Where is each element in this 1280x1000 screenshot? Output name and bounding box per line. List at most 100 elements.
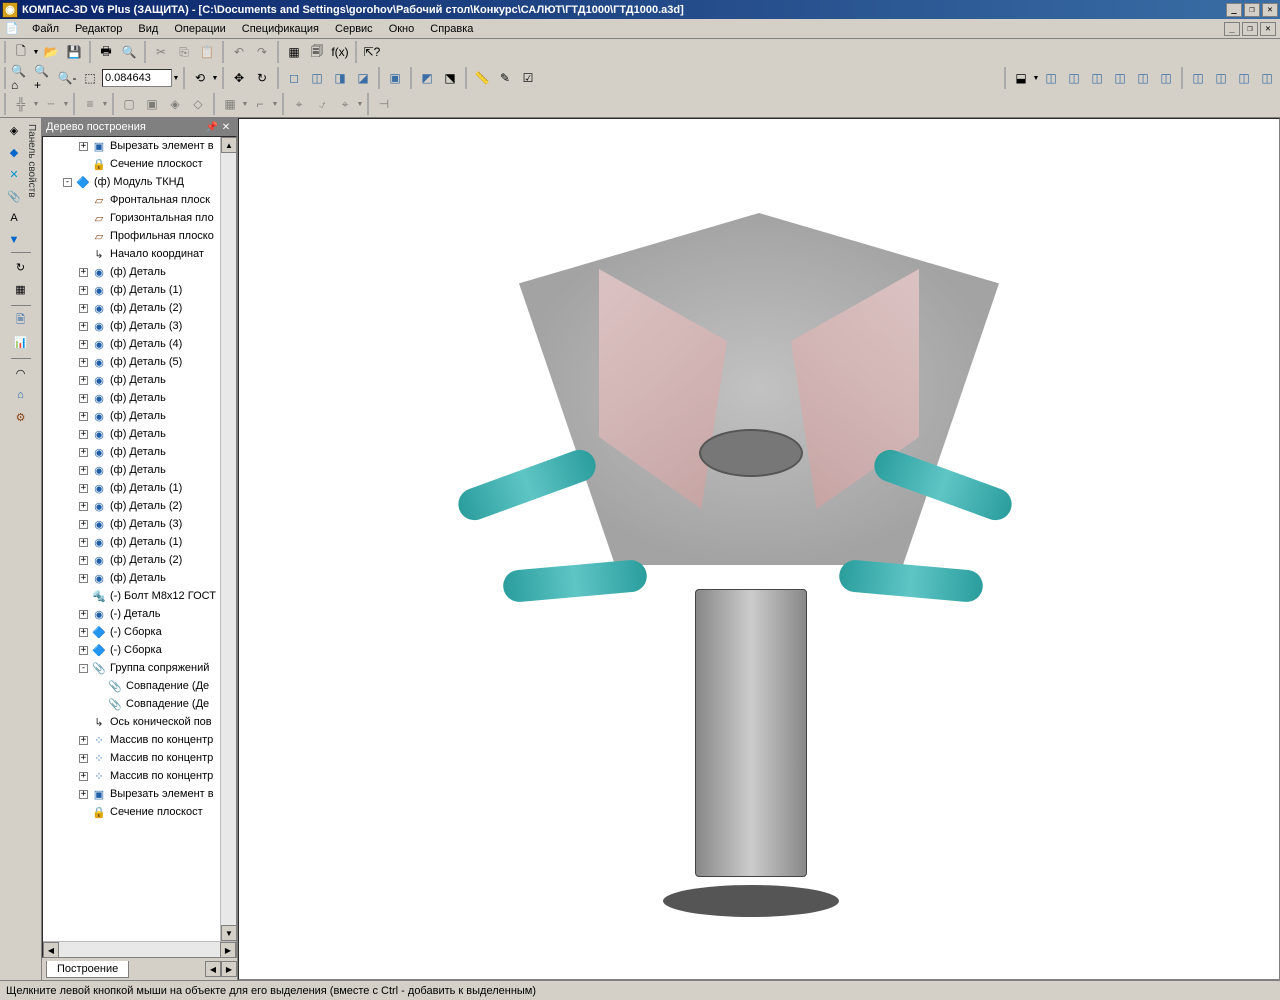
tree-expander-icon[interactable]: + xyxy=(79,520,88,529)
tree-expander-icon[interactable]: + xyxy=(79,322,88,331)
view-front-icon[interactable]: ◫ xyxy=(1040,67,1062,89)
tree-node[interactable]: +▣Вырезать элемент в xyxy=(43,137,220,155)
tab-next-icon[interactable]: ▶ xyxy=(221,961,237,977)
ortho-dropdown[interactable]: ▼ xyxy=(272,93,278,115)
tree-node[interactable]: +▣Вырезать элемент в xyxy=(43,785,220,803)
tree-node[interactable]: ▱Профильная плоско xyxy=(43,227,220,245)
tree-node[interactable]: +◉(-) Деталь xyxy=(43,605,220,623)
tool-select-icon[interactable]: ◈ xyxy=(4,120,24,140)
orientation-button[interactable]: ⬓ xyxy=(1010,67,1032,89)
measure-button[interactable]: 📏 xyxy=(471,67,493,89)
tree-expander-icon[interactable]: + xyxy=(79,412,88,421)
tree-node[interactable]: +🔷(-) Сборка xyxy=(43,623,220,641)
tree-node[interactable]: +◉(ф) Деталь xyxy=(43,461,220,479)
ortho-button[interactable]: ⌐ xyxy=(249,93,271,115)
tool-ellipse-icon[interactable]: ✕ xyxy=(4,164,24,184)
tree-expander-icon[interactable]: + xyxy=(79,142,88,151)
zoom-out-button[interactable]: 🔍- xyxy=(56,67,78,89)
print-button[interactable]: 🖶 xyxy=(95,41,117,63)
layers-button[interactable]: ≡ xyxy=(79,93,101,115)
tree-expander-icon[interactable]: + xyxy=(79,484,88,493)
tool-line-icon[interactable]: ◆ xyxy=(4,142,24,162)
simplified-button[interactable]: ◩ xyxy=(416,67,438,89)
menu-edit[interactable]: Редактор xyxy=(67,21,130,37)
tree-node[interactable]: +🔷(-) Сборка xyxy=(43,641,220,659)
system-menu-icon[interactable]: 📄 xyxy=(4,21,20,37)
tree-node[interactable]: +◉(ф) Деталь xyxy=(43,443,220,461)
wireframe-button[interactable]: ◻ xyxy=(283,67,305,89)
tree-scrollbar-vertical[interactable]: ▲ ▼ xyxy=(220,137,236,941)
layers-dropdown[interactable]: ▼ xyxy=(102,93,108,115)
view-left-icon[interactable]: ◫ xyxy=(1132,67,1154,89)
preview-button[interactable]: 🔍 xyxy=(118,41,140,63)
3d-viewport[interactable] xyxy=(238,118,1280,980)
tree-node[interactable]: +◉(ф) Деталь (5) xyxy=(43,353,220,371)
view-bottom-icon[interactable]: ◫ xyxy=(1109,67,1131,89)
menu-operations[interactable]: Операции xyxy=(166,21,233,37)
cut-button[interactable]: ✂ xyxy=(150,41,172,63)
tree-node[interactable]: +⁘Массив по концентр xyxy=(43,749,220,767)
tree-expander-icon[interactable]: + xyxy=(79,502,88,511)
rotate-button[interactable]: ⟲ xyxy=(189,67,211,89)
tree-node[interactable]: ↳Начало координат xyxy=(43,245,220,263)
end-button[interactable]: ⊣ xyxy=(373,93,395,115)
tree-node[interactable]: -📎Группа сопряжений xyxy=(43,659,220,677)
view-iso-3-icon[interactable]: ◫ xyxy=(1233,67,1255,89)
shaded-button[interactable]: ◪ xyxy=(352,67,374,89)
tree-node[interactable]: +◉(ф) Деталь xyxy=(43,371,220,389)
tree-node[interactable]: 📎Совпадение (Де xyxy=(43,677,220,695)
tree-close-icon[interactable]: ✕ xyxy=(219,120,233,134)
tool-grid-icon[interactable]: ▦ xyxy=(11,279,31,299)
tree-expander-icon[interactable]: + xyxy=(79,556,88,565)
menu-file[interactable]: Файл xyxy=(24,21,67,37)
tool-report-icon[interactable]: 📊 xyxy=(11,332,31,352)
scroll-left-icon[interactable]: ◀ xyxy=(43,942,59,958)
paste-button[interactable]: 📋 xyxy=(196,41,218,63)
redraw-button[interactable]: ↻ xyxy=(251,67,273,89)
section-view-button[interactable]: ⬔ xyxy=(439,67,461,89)
tree-node[interactable]: 🔒Сечение плоскост xyxy=(43,803,220,821)
tree-node[interactable]: +◉(ф) Деталь xyxy=(43,389,220,407)
highlight-button[interactable]: ✎ xyxy=(494,67,516,89)
tree-node[interactable]: -🔷(ф) Модуль ТКНД xyxy=(43,173,220,191)
tree-node[interactable]: +◉(ф) Деталь (4) xyxy=(43,335,220,353)
tool-clip-icon[interactable]: 📎 xyxy=(4,186,24,206)
tool-doc-icon[interactable]: 🗎 xyxy=(11,310,31,330)
tool-filter-icon[interactable]: ▼ xyxy=(4,230,24,250)
tree-button[interactable]: 🗐 xyxy=(306,41,328,63)
tree-pin-icon[interactable]: 📌 xyxy=(205,120,219,134)
tree-expander-icon[interactable]: + xyxy=(79,340,88,349)
tree-expander-icon[interactable]: + xyxy=(79,646,88,655)
tree-expander-icon[interactable]: + xyxy=(79,772,88,781)
help-context-button[interactable]: ⇱? xyxy=(361,41,383,63)
tree-node[interactable]: 🔒Сечение плоскост xyxy=(43,155,220,173)
tree-expander-icon[interactable]: + xyxy=(79,574,88,583)
redo-button[interactable]: ↷ xyxy=(251,41,273,63)
minimize-button[interactable]: _ xyxy=(1226,3,1242,17)
menu-window[interactable]: Окно xyxy=(381,21,423,37)
tree-node[interactable]: +◉(ф) Деталь (1) xyxy=(43,281,220,299)
tree-node[interactable]: +◉(ф) Деталь xyxy=(43,407,220,425)
tree-node[interactable]: +◉(ф) Деталь (2) xyxy=(43,299,220,317)
snap1-button[interactable]: ⌖ xyxy=(288,93,310,115)
snap3-button[interactable]: ⌖ xyxy=(334,93,356,115)
tree-node[interactable]: +◉(ф) Деталь xyxy=(43,263,220,281)
point-style-dropdown[interactable]: ▼ xyxy=(33,93,39,115)
tree-expander-icon[interactable]: + xyxy=(79,538,88,547)
tool-refresh-icon[interactable]: ↻ xyxy=(11,257,31,277)
tree-node[interactable]: +◉(ф) Деталь (1) xyxy=(43,479,220,497)
menu-service[interactable]: Сервис xyxy=(327,21,381,37)
tree-node[interactable]: +◉(ф) Деталь (3) xyxy=(43,515,220,533)
scroll-down-icon[interactable]: ▼ xyxy=(221,925,237,941)
new-dropdown[interactable]: ▼ xyxy=(33,41,39,63)
no-hidden-button[interactable]: ◨ xyxy=(329,67,351,89)
tree-node[interactable]: +⁘Массив по концентр xyxy=(43,767,220,785)
zoom-fit-button[interactable]: 🔍⌂ xyxy=(10,67,32,89)
orientation-dropdown[interactable]: ▼ xyxy=(1033,67,1039,89)
view-right-icon[interactable]: ◫ xyxy=(1155,67,1177,89)
mdi-restore-button[interactable]: ❐ xyxy=(1242,22,1258,36)
tree-node[interactable]: +⁘Массив по концентр xyxy=(43,731,220,749)
tree-expander-icon[interactable]: + xyxy=(79,394,88,403)
point-style-button[interactable]: ╬ xyxy=(10,93,32,115)
tree-expander-icon[interactable]: + xyxy=(79,430,88,439)
